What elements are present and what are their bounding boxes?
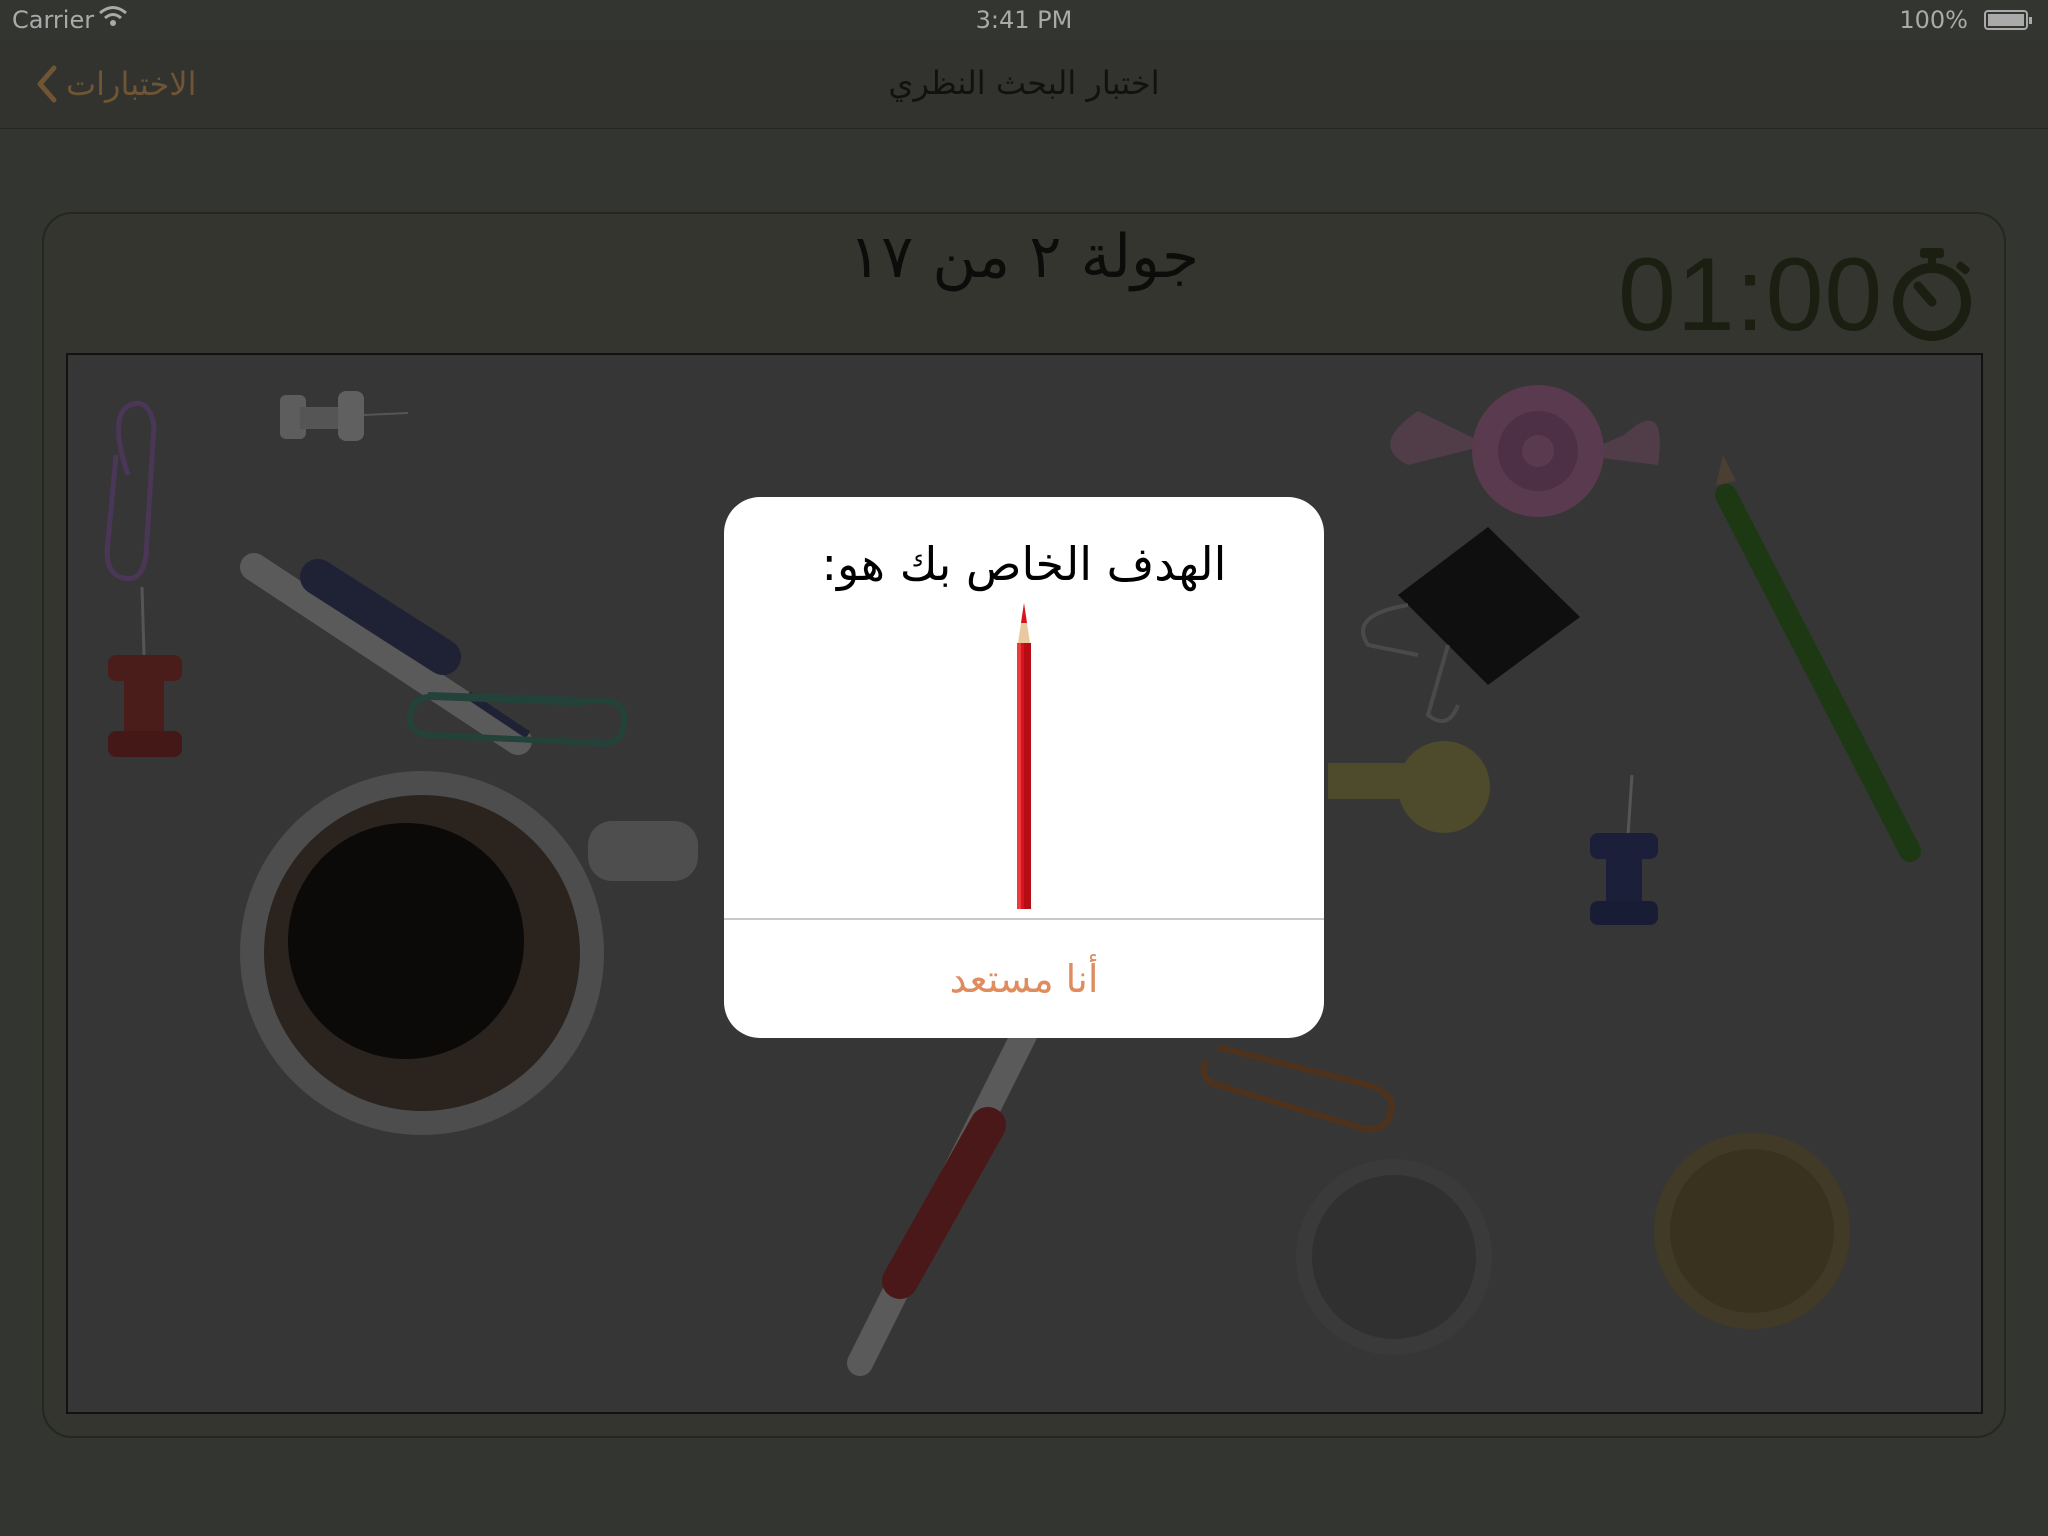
battery-percent: 100% [1899,6,1968,34]
item-pen-blue[interactable] [240,553,532,755]
item-candy[interactable] [1390,385,1660,517]
battery-icon [1984,10,2032,30]
item-pushpin-red[interactable] [108,586,182,757]
item-pen-red[interactable] [847,1022,1037,1376]
status-time: 3:41 PM [975,6,1073,34]
status-bar: Carrier 3:41 PM 100% [0,0,2048,40]
item-coin-silver[interactable] [1296,1159,1492,1355]
item-pencil-green[interactable] [1715,455,1921,862]
item-coin-gold[interactable] [1654,1133,1850,1329]
item-key[interactable] [1328,741,1490,833]
dialog-title: الهدف الخاص بك هو: [821,537,1227,591]
red-pencil-icon [1010,603,1038,915]
stopwatch-icon [1888,246,1976,346]
item-pushpin-blue[interactable] [1590,774,1658,925]
item-pushpin-gray[interactable] [280,391,409,441]
item-paperclip-orange[interactable] [1200,1044,1395,1133]
ready-button[interactable]: أنا مستعد [724,920,1324,1038]
item-paperclip-purple[interactable] [104,400,157,582]
item-coffee-cup[interactable] [240,771,698,1135]
page-title: اختبار البحث النظري [888,64,1160,102]
timer-display: 01:00 [1618,237,1884,353]
target-dialog: الهدف الخاص بك هو: أنا مستعد [724,497,1324,1038]
item-binder-clip[interactable] [1361,527,1580,724]
navigation-bar: الاختبارات اختبار البحث النظري [0,40,2048,129]
